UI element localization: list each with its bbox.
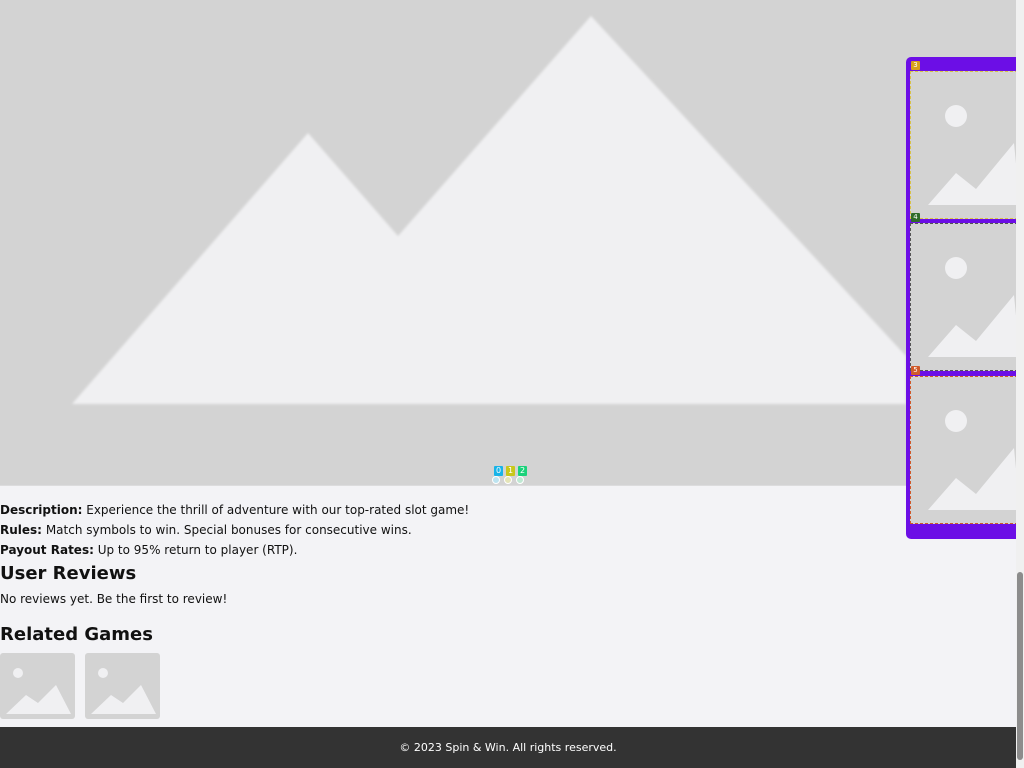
- indicator-label: 0: [494, 466, 503, 476]
- carousel-dot-1[interactable]: [504, 476, 512, 484]
- scrollbar-thumb[interactable]: [1017, 572, 1023, 760]
- thumbnail-index-badge: 4: [911, 213, 920, 222]
- description-text: Experience the thrill of adventure with …: [86, 503, 470, 517]
- carousel-dot-2[interactable]: [516, 476, 524, 484]
- reviews-empty-text: No reviews yet. Be the first to review!: [0, 592, 228, 606]
- related-game-thumbnail[interactable]: [85, 653, 160, 719]
- payout-label: Payout Rates:: [0, 543, 94, 557]
- indicator-label: 2: [518, 466, 527, 476]
- reviews-heading: User Reviews: [0, 563, 137, 584]
- image-placeholder-icon: [928, 257, 1018, 357]
- image-placeholder-icon: [91, 668, 156, 714]
- footer-copyright: © 2023 Spin & Win. All rights reserved.: [399, 741, 617, 754]
- image-placeholder-icon: [6, 668, 71, 714]
- description-label: Description:: [0, 503, 83, 517]
- image-placeholder-icon: [928, 410, 1018, 510]
- thumbnail-rail: 3 4 5: [906, 57, 1024, 539]
- rules-line: Rules: Match symbols to win. Special bon…: [0, 523, 412, 537]
- thumbnail-4[interactable]: [910, 223, 1018, 371]
- thumbnail-3[interactable]: [910, 71, 1018, 219]
- rules-label: Rules:: [0, 523, 42, 537]
- image-placeholder-icon: [928, 105, 1018, 205]
- payout-line: Payout Rates: Up to 95% return to player…: [0, 543, 297, 557]
- related-game-thumbnail[interactable]: [0, 653, 75, 719]
- rules-text: Match symbols to win. Special bonuses fo…: [45, 523, 412, 537]
- hero-image: [0, 0, 1016, 486]
- thumbnail-5[interactable]: [910, 376, 1018, 524]
- mountain-image-icon: [72, 16, 906, 404]
- thumbnail-index-badge: 5: [911, 366, 920, 375]
- carousel-indicators: 0 1 2: [490, 466, 530, 486]
- payout-text: Up to 95% return to player (RTP).: [97, 543, 298, 557]
- related-games-heading: Related Games: [0, 624, 153, 645]
- page-scrollbar[interactable]: [1016, 0, 1024, 768]
- thumbnail-index-badge: 3: [911, 61, 920, 70]
- page-footer: © 2023 Spin & Win. All rights reserved.: [0, 727, 1016, 768]
- carousel-dot-0[interactable]: [492, 476, 500, 484]
- description-line: Description: Experience the thrill of ad…: [0, 503, 469, 517]
- indicator-label: 1: [506, 466, 515, 476]
